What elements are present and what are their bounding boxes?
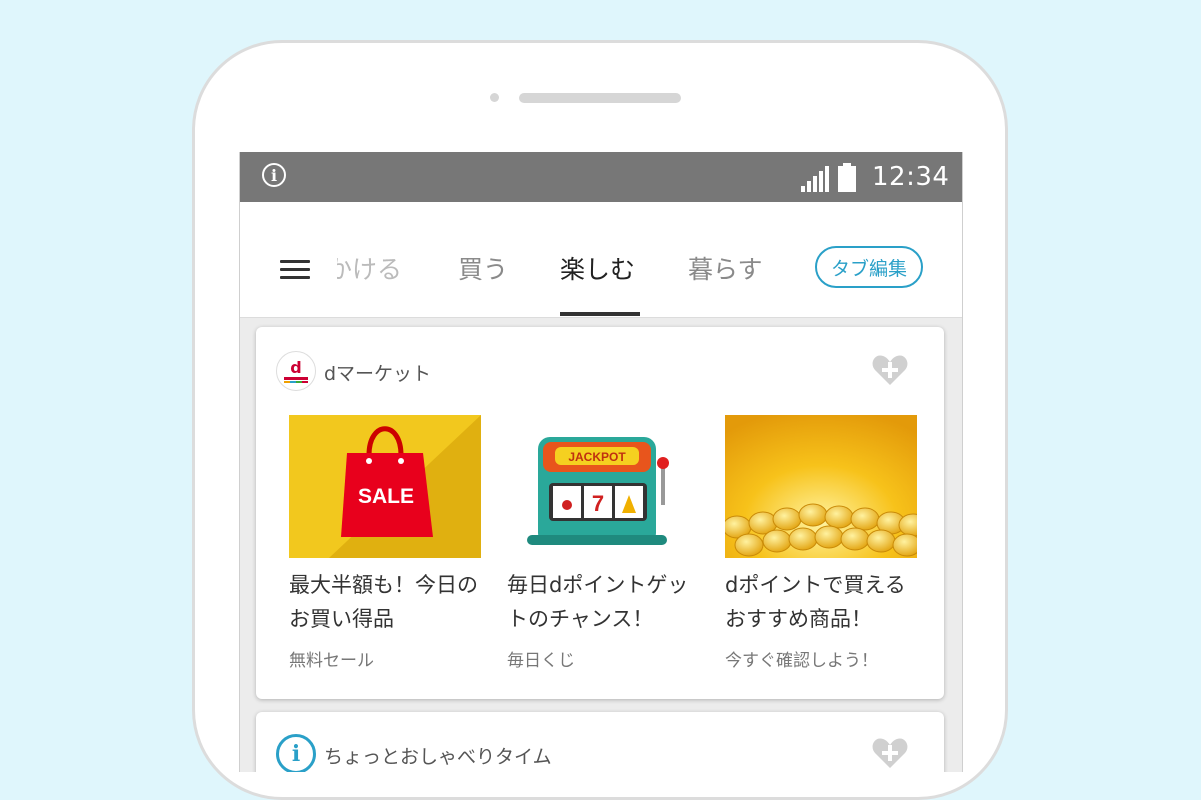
item-title: dポイントで買えるおすすめ商品！ bbox=[725, 573, 906, 631]
svg-text:7: 7 bbox=[592, 491, 604, 516]
sale-thumbnail: SALE bbox=[289, 415, 481, 558]
svg-text:JACKPOT: JACKPOT bbox=[568, 450, 626, 464]
favorite-add-icon[interactable] bbox=[871, 736, 909, 770]
jackpot-thumbnail: JACKPOT 7 bbox=[507, 415, 699, 558]
camera-dot bbox=[490, 93, 499, 102]
item-title: 毎日dポイントゲットのチャンス！ bbox=[507, 573, 689, 631]
item-subtitle: 無料セール bbox=[289, 651, 374, 671]
dmarket-logo: d bbox=[276, 351, 316, 391]
dmarket-card: d dマーケット SALE 最大半額も！今日のお買い得品 無料セール JACKP… bbox=[256, 327, 944, 699]
item-sale[interactable]: SALE 最大半額も！今日のお買い得品 無料セール bbox=[289, 415, 481, 671]
item-jackpot[interactable]: JACKPOT 7 毎日dポイントゲットのチャンス！ 毎日くじ bbox=[507, 415, 699, 671]
battery-icon bbox=[838, 163, 856, 192]
active-tab-indicator bbox=[560, 312, 640, 316]
tab-label: かける bbox=[337, 255, 403, 284]
dmarket-logo-icon: d bbox=[284, 358, 308, 383]
card-title: dマーケット bbox=[324, 363, 432, 385]
item-subtitle: 今すぐ確認しよう！ bbox=[725, 651, 878, 671]
speaker-grille bbox=[519, 93, 681, 103]
info-icon: i bbox=[262, 163, 286, 187]
tab-edit-button[interactable]: タブ編集 bbox=[815, 246, 923, 288]
status-time: 12:34 bbox=[872, 162, 950, 192]
tab-kau[interactable]: 買う bbox=[458, 250, 508, 286]
card-title: ちょっとおしゃべりタイム bbox=[324, 746, 552, 768]
item-subtitle: 毎日くじ bbox=[507, 651, 575, 671]
favorite-add-icon[interactable] bbox=[871, 353, 909, 387]
tab-kakeru[interactable]: かける bbox=[337, 250, 409, 286]
phone-screen: i 12:34 かける 買う 楽しむ 暮らす タブ編集 bbox=[239, 152, 963, 772]
menu-icon[interactable] bbox=[280, 260, 310, 280]
tab-tanoshimu[interactable]: 楽しむ bbox=[560, 250, 635, 286]
tab-bar: かける 買う 楽しむ 暮らす タブ編集 bbox=[240, 202, 962, 318]
chat-card: i ちょっとおしゃべりタイム bbox=[256, 712, 944, 772]
status-bar: i 12:34 bbox=[240, 152, 962, 202]
item-title: 最大半額も！今日のお買い得品 bbox=[289, 573, 478, 631]
tab-kurasu[interactable]: 暮らす bbox=[688, 250, 763, 286]
item-coins[interactable]: dポイントで買えるおすすめ商品！ 今すぐ確認しよう！ bbox=[725, 415, 917, 671]
svg-text:d: d bbox=[290, 358, 301, 377]
svg-text:SALE: SALE bbox=[358, 485, 414, 508]
signal-icon bbox=[801, 166, 829, 192]
coins-thumbnail bbox=[725, 415, 917, 558]
info-icon: i bbox=[276, 734, 316, 772]
